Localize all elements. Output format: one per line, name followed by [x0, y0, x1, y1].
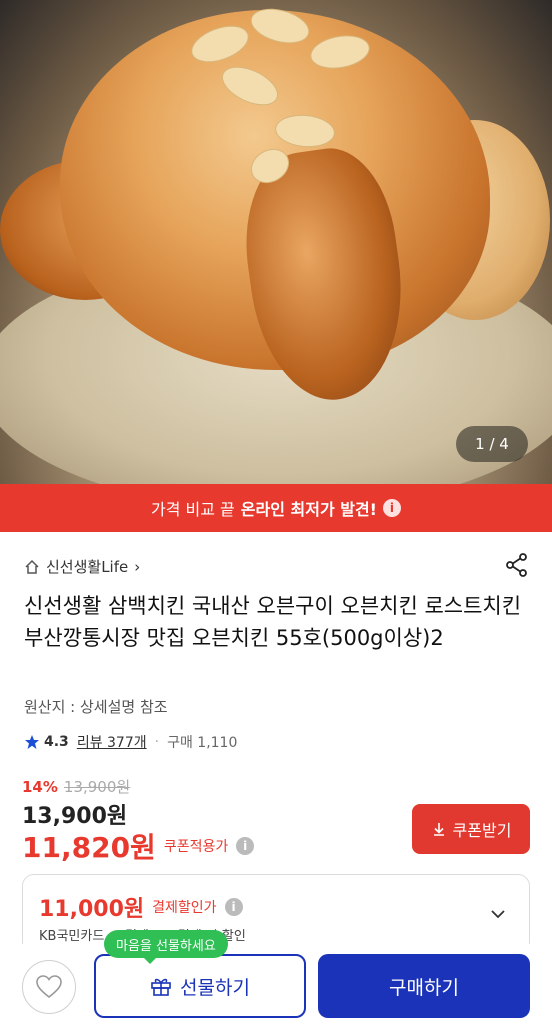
origin-info: 원산지 : 상세설명 참조 [24, 698, 168, 716]
buy-button[interactable]: 구매하기 [318, 954, 530, 1018]
get-coupon-button[interactable]: 쿠폰받기 [412, 804, 530, 854]
wishlist-button[interactable] [22, 960, 76, 1014]
sales-count: 구매 1,110 [167, 735, 238, 751]
payment-discount-label: 결제할인가 [152, 900, 217, 916]
info-icon[interactable]: i [236, 837, 255, 855]
price-compare-banner[interactable]: 가격 비교 끝 온라인 최저가 발견! i [0, 484, 552, 532]
discount-percent: 14% [22, 777, 58, 796]
gift-button-label: 선물하기 [180, 976, 250, 999]
gift-button[interactable]: 선물하기 [94, 954, 306, 1018]
payment-discount-amount: 11,000원 [39, 897, 145, 922]
store-name: 신선생활Life [46, 558, 129, 576]
store-link[interactable]: 신선생활Life › [24, 556, 140, 577]
heart-icon [36, 975, 62, 999]
product-title: 신선생활 삼백치킨 국내산 오븐구이 오븐치킨 로스트치킨 부산깡통시장 맛집 … [24, 594, 522, 650]
payment-discount-row: 11,000원 결제할인가 i [39, 891, 243, 923]
home-icon [25, 559, 39, 574]
bottom-action-bar: 선물하기 구매하기 [0, 944, 552, 1024]
review-link[interactable]: 리뷰 377개 [77, 732, 147, 752]
rating-score: 4.3 [44, 734, 69, 750]
info-icon[interactable]: i [382, 499, 401, 517]
promo-text: 가격 비교 끝 [151, 500, 235, 519]
rating-row: 4.3 리뷰 377개 · 구매 1,110 [24, 732, 237, 752]
coupon-price: 11,820원 [22, 831, 156, 864]
coupon-price-label: 쿠폰적용가 [163, 839, 229, 855]
gift-tooltip: 마음을 선물하세요 [104, 930, 228, 964]
chevron-right-icon: › [134, 557, 141, 576]
gift-icon [151, 978, 171, 996]
download-icon [433, 823, 444, 836]
product-image[interactable]: 1 / 4 [0, 0, 552, 484]
promo-highlight: 온라인 최저가 발견! [240, 500, 377, 519]
image-counter: 1 / 4 [456, 426, 528, 462]
divider: · [154, 734, 160, 750]
discount-row: 14% 13,900원 [22, 776, 130, 797]
info-icon[interactable]: i [224, 898, 243, 916]
get-coupon-label: 쿠폰받기 [452, 821, 512, 840]
payment-discount-card[interactable]: 11,000원 결제할인가 i KB국민카드 ... 결제 7% 결제 시 할인 [22, 874, 530, 954]
coupon-price-row: 11,820원 쿠폰적용가 i [22, 826, 255, 866]
star-icon [25, 735, 39, 749]
chevron-down-icon[interactable] [491, 907, 505, 921]
share-icon[interactable] [504, 552, 530, 578]
original-price: 13,900원 [63, 778, 131, 796]
